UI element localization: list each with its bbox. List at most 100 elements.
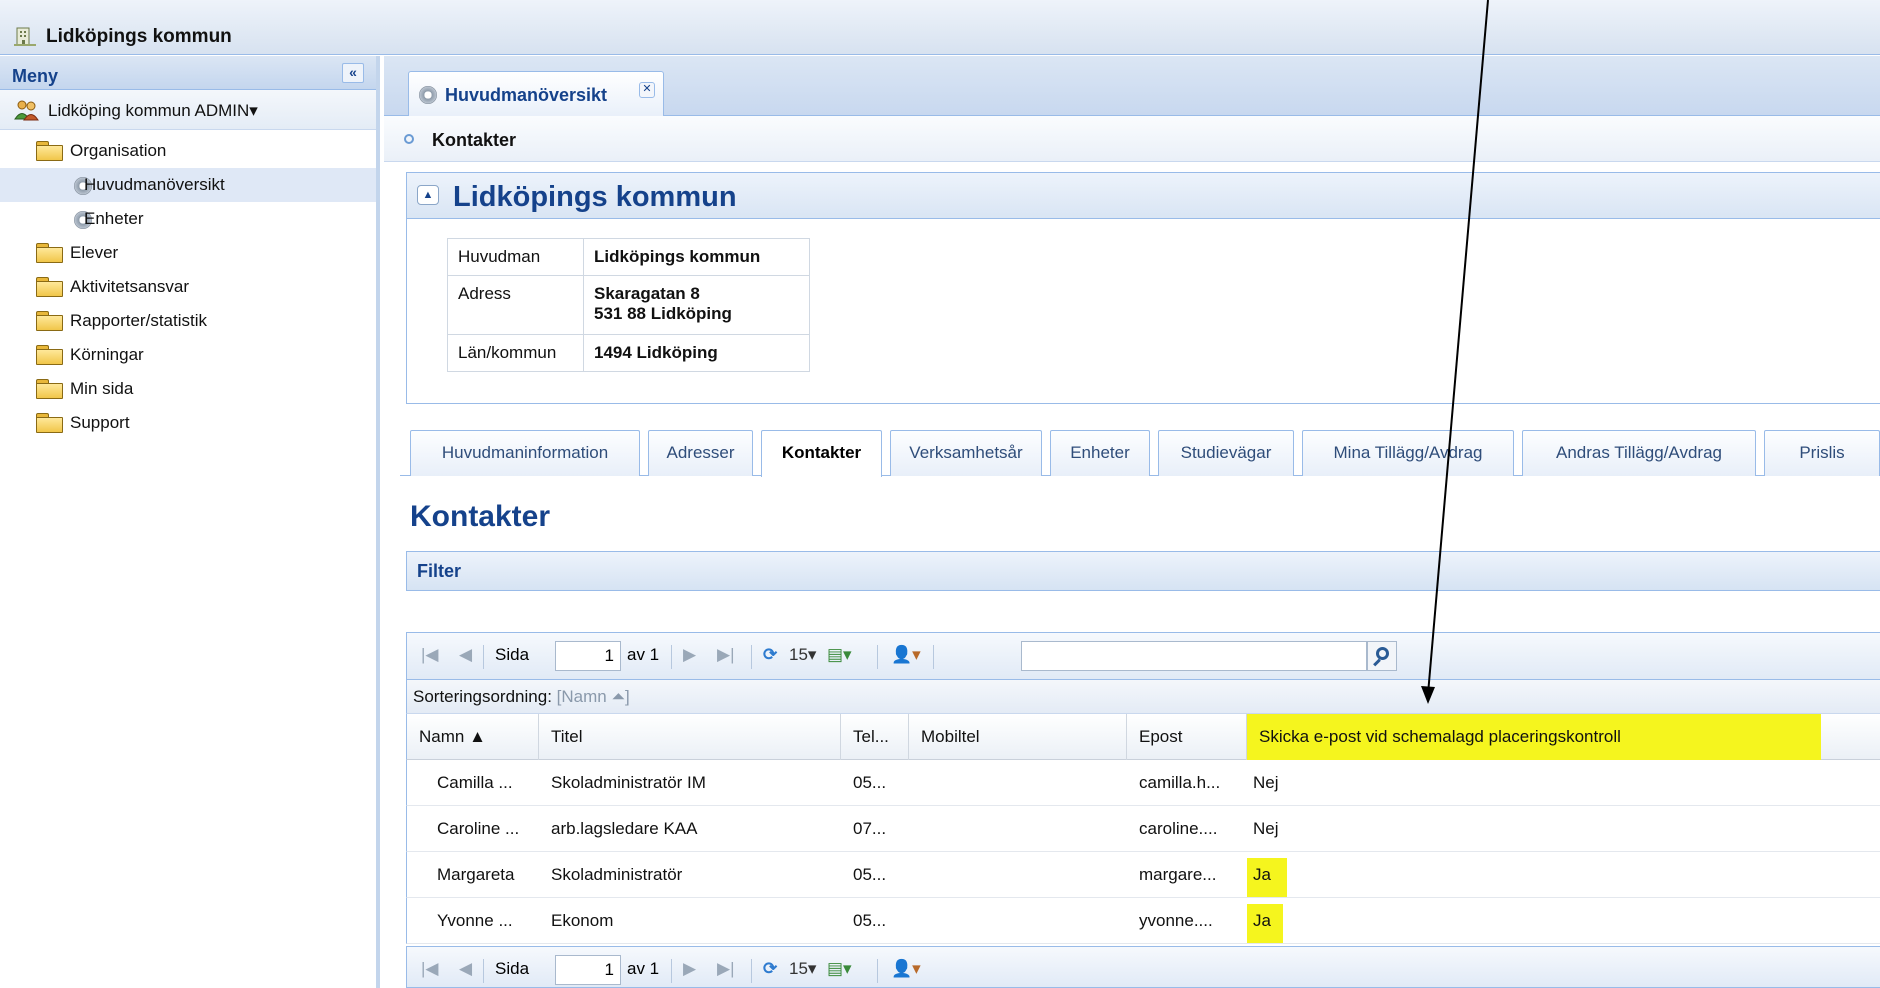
menu-item-min-sida[interactable]: Min sida	[0, 372, 376, 406]
bullet-icon	[404, 134, 414, 144]
grid-header: Namn ▲ Titel Tel... Mobiltel Epost Skick…	[406, 714, 1880, 760]
next-page-icon[interactable]: ▶	[683, 645, 696, 665]
close-icon[interactable]: ✕	[639, 82, 655, 98]
info-value: 1494 Lidköping	[583, 334, 810, 372]
folder-icon	[36, 379, 63, 399]
user-icon[interactable]: 👤▾	[891, 645, 921, 665]
menu-item-label: Körningar	[70, 345, 144, 364]
column-header-epost[interactable]: Epost	[1127, 714, 1247, 760]
separator	[483, 959, 484, 983]
detail-tabs: Huvudmaninformation Adresser Kontakter V…	[400, 430, 1880, 477]
column-header-titel[interactable]: Titel	[539, 714, 841, 760]
gear-icon	[419, 86, 437, 104]
cell-namn: Caroline ...	[437, 819, 520, 838]
tab-verksamhetsar[interactable]: Verksamhetsår	[890, 430, 1042, 476]
org-selector[interactable]: Lidköping kommun ADMIN▾	[0, 90, 376, 130]
table-row[interactable]: Caroline ... arb.lagsledare KAA 07... ca…	[406, 806, 1880, 852]
paging-toolbar-bottom: |◀ ◀ Sida 1 av 1 ▶ ▶| ⟳ 15▾ ▤▾ 👤▾	[406, 946, 1880, 988]
sort-value[interactable]: [Namn ⏶]	[557, 687, 630, 706]
building-icon	[14, 26, 36, 51]
tab-huvudmanoversikt[interactable]: Huvudmanöversikt ✕	[408, 71, 664, 116]
export-icon[interactable]: ▤▾	[827, 645, 852, 665]
first-page-icon[interactable]: |◀	[421, 959, 439, 979]
cell-tel: 05...	[853, 865, 887, 884]
sort-label-text: Sorteringsordning:	[413, 687, 552, 706]
page-count-label: av 1	[627, 959, 660, 978]
separator	[877, 645, 878, 669]
last-page-icon[interactable]: ▶|	[717, 645, 735, 665]
cell-skicka-epost: Ja	[1247, 858, 1287, 897]
search-input[interactable]	[1021, 641, 1367, 671]
cell-epost: caroline....	[1139, 819, 1218, 838]
menu-item-organisation[interactable]: Organisation	[0, 134, 376, 168]
column-header-namn[interactable]: Namn ▲	[407, 714, 539, 760]
menu-title: Meny	[12, 66, 59, 86]
cell-skicka-epost: Ja	[1247, 904, 1283, 943]
table-row[interactable]: Camilla ... Skoladministratör IM 05... c…	[406, 760, 1880, 806]
tab-mina-tillagg-avdrag[interactable]: Mina Tillägg/Avdrag	[1302, 430, 1514, 476]
paging-toolbar-top: |◀ ◀ Sida 1 av 1 ▶ ▶| ⟳ 15▾ ▤▾ 👤▾	[406, 632, 1880, 680]
folder-icon	[36, 243, 63, 263]
collapse-menu-button[interactable]: «	[342, 63, 364, 83]
tab-studievagar[interactable]: Studievägar	[1158, 430, 1294, 476]
page-number-input[interactable]: 1	[555, 641, 621, 671]
tab-andras-tillagg-avdrag[interactable]: Andras Tillägg/Avdrag	[1522, 430, 1756, 476]
info-value: Lidköpings kommun	[583, 238, 810, 276]
first-page-icon[interactable]: |◀	[421, 645, 439, 665]
next-page-icon[interactable]: ▶	[683, 959, 696, 979]
menu-item-aktivitetsansvar[interactable]: Aktivitetsansvar	[0, 270, 376, 304]
org-info-panel: ▲ Lidköpings kommun Huvudman Lidköpings …	[406, 172, 1880, 404]
separator	[671, 959, 672, 983]
menu-item-elever[interactable]: Elever	[0, 236, 376, 270]
tab-huvudmaninformation[interactable]: Huvudmaninformation	[410, 430, 640, 476]
menu-item-huvudmanoversikt[interactable]: Huvudmanöversikt	[0, 168, 376, 202]
cell-titel: Skoladministratör	[551, 865, 683, 884]
info-row: Huvudman Lidköpings kommun	[447, 238, 810, 276]
menu-item-label: Aktivitetsansvar	[70, 277, 190, 296]
menu-header: Meny «	[0, 56, 376, 90]
tab-prislista[interactable]: Prislis	[1764, 430, 1880, 476]
collapse-panel-button[interactable]: ▲	[417, 185, 439, 205]
column-header-skicka-epost[interactable]: Skicka e-post vid schemalagd placeringsk…	[1247, 714, 1821, 760]
breadcrumb: Kontakter	[384, 116, 1880, 162]
menu-item-korningar[interactable]: Körningar	[0, 338, 376, 372]
breadcrumb-label: Kontakter	[432, 130, 517, 150]
org-info-table: Huvudman Lidköpings kommun Adress Skarag…	[447, 238, 810, 372]
menu-item-rapporter[interactable]: Rapporter/statistik	[0, 304, 376, 338]
table-row[interactable]: Margareta Skoladministratör 05... margar…	[406, 852, 1880, 898]
page-size-select[interactable]: 15▾	[789, 645, 816, 665]
tab-adresser[interactable]: Adresser	[648, 430, 753, 476]
menu-item-support[interactable]: Support	[0, 406, 376, 440]
separator	[751, 959, 752, 983]
menu-item-enheter[interactable]: Enheter	[0, 202, 376, 236]
org-selector-label: Lidköping kommun ADMIN▾	[48, 101, 258, 120]
column-header-tel[interactable]: Tel...	[841, 714, 909, 760]
cell-tel: 05...	[853, 911, 887, 930]
refresh-icon[interactable]: ⟳	[763, 959, 777, 979]
column-header-mobiltel[interactable]: Mobiltel	[909, 714, 1127, 760]
menu-item-label: Enheter	[84, 209, 144, 228]
cell-skicka-epost: Nej	[1253, 773, 1279, 792]
menu-tree: Organisation Huvudmanöversikt Enheter El…	[0, 130, 376, 440]
page-size-select[interactable]: 15▾	[789, 959, 816, 979]
table-row[interactable]: Yvonne ... Ekonom 05... yvonne.... Ja	[406, 898, 1880, 944]
menu-item-label: Elever	[70, 243, 119, 262]
tab-enheter[interactable]: Enheter	[1050, 430, 1150, 476]
folder-open-icon	[36, 141, 63, 161]
menu-item-label: Huvudmanöversikt	[84, 175, 225, 194]
export-icon[interactable]: ▤▾	[827, 959, 852, 979]
page-number-input[interactable]: 1	[555, 955, 621, 985]
user-icon[interactable]: 👤▾	[891, 959, 921, 979]
prev-page-icon[interactable]: ◀	[459, 645, 472, 665]
tab-kontakter[interactable]: Kontakter	[761, 430, 882, 477]
info-value: Skaragatan 8 531 88 Lidköping	[583, 275, 810, 335]
cell-epost: camilla.h...	[1139, 773, 1221, 792]
search-button[interactable]	[1367, 641, 1397, 671]
filter-panel[interactable]: Filter	[406, 551, 1880, 591]
section-title: Kontakter	[410, 500, 551, 533]
info-key: Huvudman	[447, 238, 584, 276]
prev-page-icon[interactable]: ◀	[459, 959, 472, 979]
refresh-icon[interactable]: ⟳	[763, 645, 777, 665]
last-page-icon[interactable]: ▶|	[717, 959, 735, 979]
address-line-2: 531 88 Lidköping	[594, 304, 732, 323]
